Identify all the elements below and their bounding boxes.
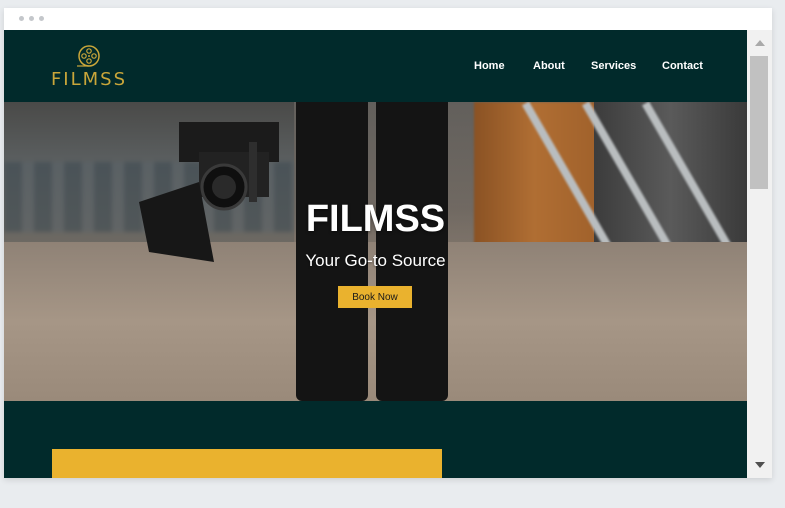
camera-image — [139, 122, 279, 262]
scrollbar[interactable] — [747, 30, 772, 478]
arrow-down-icon[interactable] — [755, 462, 765, 468]
nav-about[interactable]: About — [533, 60, 565, 72]
window-dot — [29, 16, 34, 21]
window-dot — [19, 16, 24, 21]
content-section — [4, 401, 747, 478]
scroll-thumb[interactable] — [750, 56, 768, 189]
nav-services[interactable]: Services — [591, 60, 636, 72]
browser-window: FILMSS Home About Services Contact FILMS… — [4, 8, 772, 478]
main-nav: Home About Services Contact — [4, 60, 747, 78]
window-dot — [39, 16, 44, 21]
hero-title: FILMSS — [305, 198, 446, 240]
nav-home[interactable]: Home — [474, 60, 505, 72]
page-viewport: FILMSS Home About Services Contact FILMS… — [4, 30, 747, 478]
arrow-up-icon[interactable] — [755, 40, 765, 46]
hero-subtitle: Your Go-to Source — [305, 251, 446, 270]
nav-contact[interactable]: Contact — [662, 60, 703, 72]
feature-card — [52, 449, 442, 478]
window-titlebar — [4, 8, 772, 30]
book-now-button[interactable]: Book Now — [338, 286, 412, 308]
hero-section: FILMSS Your Go-to Source Book Now — [4, 102, 747, 401]
site-header: FILMSS Home About Services Contact — [4, 30, 747, 102]
